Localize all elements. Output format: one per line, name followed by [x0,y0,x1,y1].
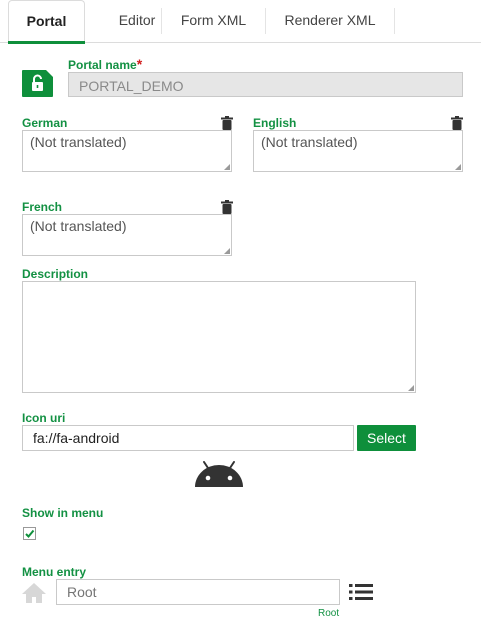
required-asterisk: * [136,56,143,72]
english-translation-field[interactable]: (Not translated) [253,130,463,172]
show-in-menu-checkbox[interactable] [23,527,36,540]
english-translation-value: (Not translated) [261,134,358,150]
tab-bar: Portal Editor Form XML Renderer XML [0,0,481,44]
android-icon [195,461,243,487]
resize-grip-icon[interactable] [224,248,230,254]
home-icon[interactable] [21,582,47,604]
french-translation-value: (Not translated) [30,218,127,234]
checkmark-icon [25,529,35,538]
french-label: French [22,200,63,214]
german-label: German [22,116,68,130]
list-icon[interactable] [349,583,373,601]
tab-divider [394,8,395,34]
german-translation-field[interactable]: (Not translated) [22,130,232,172]
portal-name-label-text: Portal name [68,58,137,72]
resize-grip-icon[interactable] [224,164,230,170]
french-translation-field[interactable]: (Not translated) [22,214,232,256]
icon-uri-label: Icon uri [22,411,66,425]
menu-entry-label: Menu entry [22,565,87,579]
english-label: English [253,116,297,130]
icon-uri-input[interactable]: fa://fa-android [22,425,354,451]
german-translation-value: (Not translated) [30,134,127,150]
tab-portal[interactable]: Portal [8,0,85,44]
description-field[interactable] [22,281,416,393]
resize-grip-icon[interactable] [408,385,414,391]
show-in-menu-label: Show in menu [22,506,104,520]
trash-icon[interactable] [451,116,463,130]
unlock-icon [32,70,53,91]
description-label: Description [22,267,89,281]
tab-form-xml[interactable]: Form XML [162,0,265,42]
select-icon-button[interactable]: Select [357,425,416,451]
trash-icon[interactable] [221,116,233,130]
trash-icon[interactable] [221,200,233,214]
resize-grip-icon[interactable] [455,164,461,170]
tab-renderer-xml[interactable]: Renderer XML [266,0,394,42]
portal-name-field: PORTAL_DEMO [68,72,463,97]
menu-entry-path: Root [318,608,340,619]
portal-name-label: Portal name* [68,56,142,72]
menu-entry-input[interactable] [56,579,340,605]
unlock-button[interactable] [22,70,53,97]
